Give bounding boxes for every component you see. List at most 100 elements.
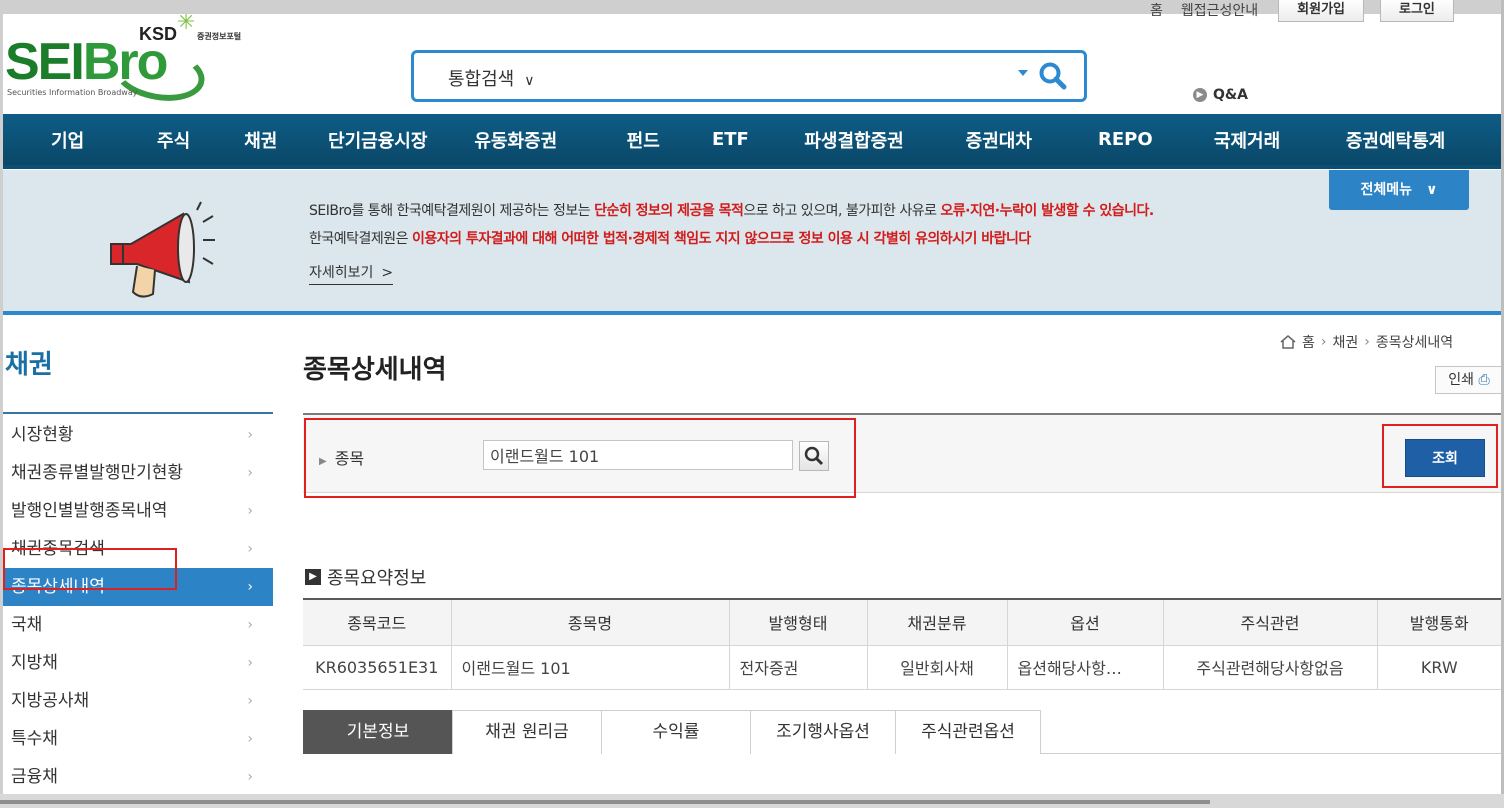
side-menu-item[interactable]: 발행인별발행종목내역 › xyxy=(3,492,273,530)
login-button[interactable]: 로그인 xyxy=(1380,0,1454,22)
table-cell: 전자증권 xyxy=(729,645,868,690)
browser-page: ✳ KSD 증권정보포털 SEIBro Securities Informati… xyxy=(3,14,1501,794)
disclaimer-line-1: SEIBro를 통해 한국예탁결제원이 제공하는 정보는 단순히 정보의 제공을… xyxy=(309,203,1154,219)
side-menu-item[interactable]: 금융채 › xyxy=(3,758,273,794)
megaphone-icon xyxy=(110,201,215,298)
chevron-right-icon: › xyxy=(247,655,253,671)
breadcrumb-current: 종목상세내역 xyxy=(1375,335,1454,351)
nav-item[interactable]: 증권예탁통계 xyxy=(1290,127,1501,153)
side-menu-item[interactable]: 지방공사채 › xyxy=(3,682,273,720)
tab-early-exercise[interactable]: 조기행사옵션 xyxy=(750,710,896,754)
arrow-circle-icon: ▶ xyxy=(1193,88,1207,102)
home-icon[interactable] xyxy=(1280,335,1296,349)
page-title: 종목상세내역 xyxy=(303,355,447,385)
table-cell: 이랜드월드 101 xyxy=(451,645,730,690)
home-link[interactable]: 홈 xyxy=(1150,0,1163,20)
logo-tagline: Securities Information Broadway xyxy=(7,88,138,97)
search-scope-select[interactable]: 통합검색 ∨ xyxy=(448,65,535,91)
summary-table: 종목코드 종목명 발행형태 채권분류 옵션 주식관련 발행통화 KR603565… xyxy=(303,598,1501,690)
side-menu-item[interactable]: 특수채 › xyxy=(3,720,273,758)
square-arrow-icon: ▶ xyxy=(305,569,321,585)
section-title: ▶ 종목요약정보 xyxy=(305,564,426,590)
all-menu-button[interactable]: 전체메뉴 ∨ xyxy=(1329,170,1469,210)
side-menu-item[interactable]: 채권종류별발행만기현황 › xyxy=(3,454,273,492)
tab-principal-interest[interactable]: 채권 원리금 xyxy=(452,710,602,754)
chevron-right-icon: › xyxy=(1364,334,1370,350)
table-header: 옵션 xyxy=(1007,598,1164,646)
nav-item[interactable]: 파생결합증권 xyxy=(757,127,951,153)
side-menu-item[interactable]: 국채 › xyxy=(3,606,273,644)
tab-basic-info[interactable]: 기본정보 xyxy=(303,710,453,754)
table-row: KR6035651E31 이랜드월드 101 전자증권 일반회사채 옵션해당사항… xyxy=(303,645,1501,690)
nav-item[interactable]: ETF xyxy=(704,129,758,150)
printer-icon: ⎙ xyxy=(1478,372,1490,388)
table-cell: 옵션해당사항… xyxy=(1007,645,1164,690)
breadcrumb-home[interactable]: 홈 xyxy=(1302,332,1315,352)
dropdown-arrow-icon[interactable] xyxy=(1018,70,1028,76)
join-button[interactable]: 회원가입 xyxy=(1278,0,1365,22)
tab-equity-option[interactable]: 주식관련옵션 xyxy=(895,710,1041,754)
seibro-logo[interactable]: ✳ KSD 증권정보포털 SEIBro Securities Informati… xyxy=(5,14,275,111)
horizontal-scrollbar[interactable] xyxy=(0,794,1504,808)
table-header: 발행형태 xyxy=(729,598,868,646)
chevron-right-icon: › xyxy=(247,465,253,481)
disclaimer-line-2: 한국예탁결제원은 이용자의 투자결과에 대해 어떠한 법적·경제적 책임도 지지… xyxy=(309,231,1031,247)
table-cell: 주식관련해당사항없음 xyxy=(1163,645,1378,690)
table-cell: KRW xyxy=(1377,645,1501,690)
logo-ksd-sub: 증권정보포털 xyxy=(197,32,242,41)
utility-links: 홈 웹접근성안내 회원가입 로그인 xyxy=(1150,0,1454,22)
nav-item[interactable]: 단기금융시장 xyxy=(307,127,449,153)
table-header: 주식관련 xyxy=(1163,598,1378,646)
nav-item[interactable]: REPO xyxy=(1047,129,1204,150)
accessibility-link[interactable]: 웹접근성안내 xyxy=(1181,0,1258,20)
table-cell: KR6035651E31 xyxy=(303,645,452,690)
chevron-right-icon: › xyxy=(247,769,253,785)
highlight-box-side-menu xyxy=(3,548,177,590)
chevron-right-icon: › xyxy=(247,579,253,595)
scrollbar-thumb[interactable] xyxy=(0,800,1210,804)
detail-tabs: 기본정보 채권 원리금 수익률 조기행사옵션 주식관련옵션 xyxy=(303,710,1501,754)
chevron-down-icon: ∨ xyxy=(524,73,535,89)
chevron-right-icon: › xyxy=(247,541,253,557)
nav-item[interactable]: 펀드 xyxy=(583,127,704,153)
nav-item[interactable]: 주식 xyxy=(132,127,214,153)
breadcrumb: 홈 › 채권 › 종목상세내역 xyxy=(1280,332,1453,352)
chevron-right-icon: › xyxy=(247,427,253,443)
chevron-down-icon: ∨ xyxy=(1426,182,1438,198)
side-menu-item[interactable]: 지방채 › xyxy=(3,644,273,682)
table-header: 종목명 xyxy=(451,598,730,646)
search-icon[interactable] xyxy=(1038,61,1068,91)
qna-label: Q&A xyxy=(1213,87,1248,103)
print-button[interactable]: 인쇄 ⎙ xyxy=(1435,366,1501,394)
side-menu: 시장현황 › 채권종류별발행만기현황 › 발행인별발행종목내역 › 채권종목검색 › 종… xyxy=(3,416,273,794)
main-nav: 기업 주식 채권 단기금융시장 유동화증권 펀드 ETF 파생결합증권 증권대차… xyxy=(3,114,1501,169)
chevron-right-icon: › xyxy=(247,617,253,633)
nav-item[interactable]: 기업 xyxy=(3,127,132,153)
nav-item[interactable]: 유동화증권 xyxy=(449,127,583,153)
star-icon: ✳ xyxy=(177,14,196,35)
nav-item[interactable]: 증권대차 xyxy=(951,127,1047,153)
table-cell: 일반회사채 xyxy=(867,645,1008,690)
integrated-search-bar[interactable]: 통합검색 ∨ xyxy=(411,50,1087,102)
highlight-box-query xyxy=(1382,424,1498,488)
logo-wordmark: SEIBro xyxy=(5,33,168,91)
chevron-right-icon: › xyxy=(247,693,253,709)
search-scope-label: 통합검색 xyxy=(448,69,515,90)
more-details-link[interactable]: 자세히보기 > xyxy=(309,262,394,285)
side-menu-title: 채권 xyxy=(5,350,53,380)
disclaimer-banner: SEIBro를 통해 한국예탁결제원이 제공하는 정보는 단순히 정보의 제공을… xyxy=(3,170,1501,315)
nav-item[interactable]: 채권 xyxy=(215,127,307,153)
side-menu-item[interactable]: 시장현황 › xyxy=(3,416,273,454)
table-header: 채권분류 xyxy=(867,598,1008,646)
table-header: 발행통화 xyxy=(1377,598,1501,646)
table-header: 종목코드 xyxy=(303,598,452,646)
chevron-right-icon: › xyxy=(247,731,253,747)
qna-link[interactable]: ▶ Q&A xyxy=(1193,87,1248,103)
highlight-box-filter xyxy=(304,418,856,498)
nav-item[interactable]: 국제거래 xyxy=(1204,127,1290,153)
tab-yield[interactable]: 수익률 xyxy=(601,710,751,754)
divider xyxy=(3,412,273,414)
chevron-right-icon: › xyxy=(247,503,253,519)
breadcrumb-section[interactable]: 채권 xyxy=(1333,332,1359,352)
chevron-right-icon: › xyxy=(1320,334,1327,350)
